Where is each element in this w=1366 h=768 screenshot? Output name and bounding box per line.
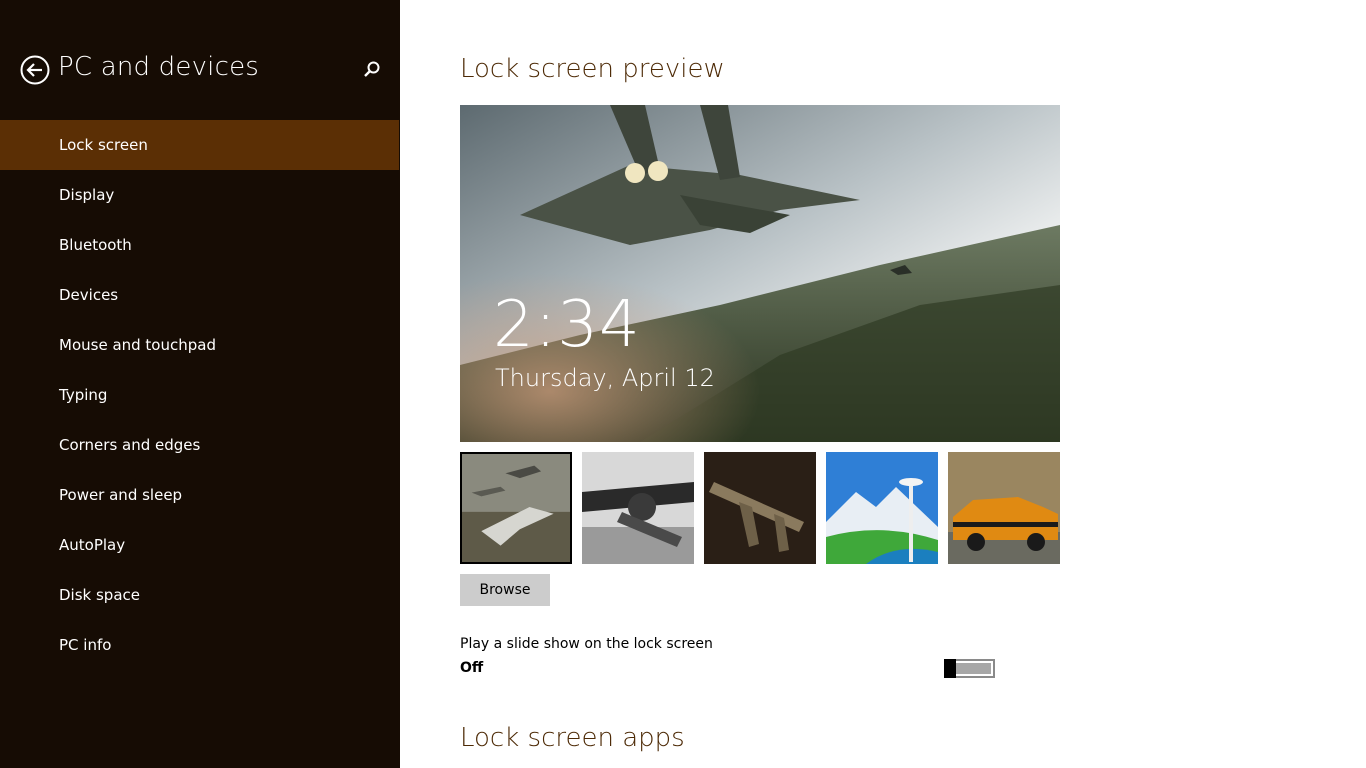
- thumbnail-assault-rifle[interactable]: [704, 452, 816, 564]
- assault-rifle-image: [704, 452, 816, 564]
- space-needle-image: [826, 452, 938, 564]
- sidebar-item-power-and-sleep[interactable]: Power and sleep: [0, 470, 399, 520]
- lock-screen-time: 2:34: [493, 288, 641, 362]
- sidebar-item-pc-info[interactable]: PC info: [0, 620, 399, 670]
- sidebar-nav: Lock screen Display Bluetooth Devices Mo…: [0, 120, 399, 670]
- back-arrow-circle-icon: [20, 55, 50, 85]
- thumbnail-space-needle[interactable]: [826, 452, 938, 564]
- sidebar-item-autoplay[interactable]: AutoPlay: [0, 520, 399, 570]
- sidebar-item-typing[interactable]: Typing: [0, 370, 399, 420]
- toggle-knob: [944, 659, 956, 678]
- thumbnail-orange-muscle-car[interactable]: [948, 452, 1060, 564]
- slideshow-label: Play a slide show on the lock screen: [460, 636, 713, 652]
- main-content: Lock screen preview 2:34 Thursday, April…: [400, 0, 1366, 768]
- sidebar-item-lock-screen[interactable]: Lock screen: [0, 120, 399, 170]
- slideshow-toggle[interactable]: [944, 659, 995, 678]
- lock-screen-apps-heading: Lock screen apps: [460, 723, 685, 753]
- fighter-jets-image: [462, 454, 570, 562]
- lock-screen-date: Thursday, April 12: [495, 364, 715, 392]
- sidebar-item-mouse-and-touchpad[interactable]: Mouse and touchpad: [0, 320, 399, 370]
- search-icon: [364, 61, 380, 77]
- sidebar-item-display[interactable]: Display: [0, 170, 399, 220]
- thumbnail-fighter-jets[interactable]: [460, 452, 572, 564]
- back-button[interactable]: [20, 55, 50, 85]
- sidebar-header: PC and devices: [0, 0, 400, 120]
- sidebar-item-bluetooth[interactable]: Bluetooth: [0, 220, 399, 270]
- page-title: PC and devices: [58, 52, 260, 82]
- browse-button[interactable]: Browse: [460, 574, 550, 606]
- sidebar-item-corners-and-edges[interactable]: Corners and edges: [0, 420, 399, 470]
- slideshow-state-label: Off: [460, 660, 484, 676]
- lock-screen-preview: 2:34 Thursday, April 12: [460, 105, 1060, 442]
- search-button[interactable]: [362, 60, 382, 80]
- background-thumbnails: [460, 452, 1060, 564]
- sidebar: PC and devices Lock screen Display Bluet…: [0, 0, 400, 768]
- sidebar-item-disk-space[interactable]: Disk space: [0, 570, 399, 620]
- orange-muscle-car-image: [948, 452, 1060, 564]
- thumbnail-soldier-rifle[interactable]: [582, 452, 694, 564]
- preview-heading: Lock screen preview: [460, 54, 725, 84]
- sidebar-item-devices[interactable]: Devices: [0, 270, 399, 320]
- soldier-rifle-image: [582, 452, 694, 564]
